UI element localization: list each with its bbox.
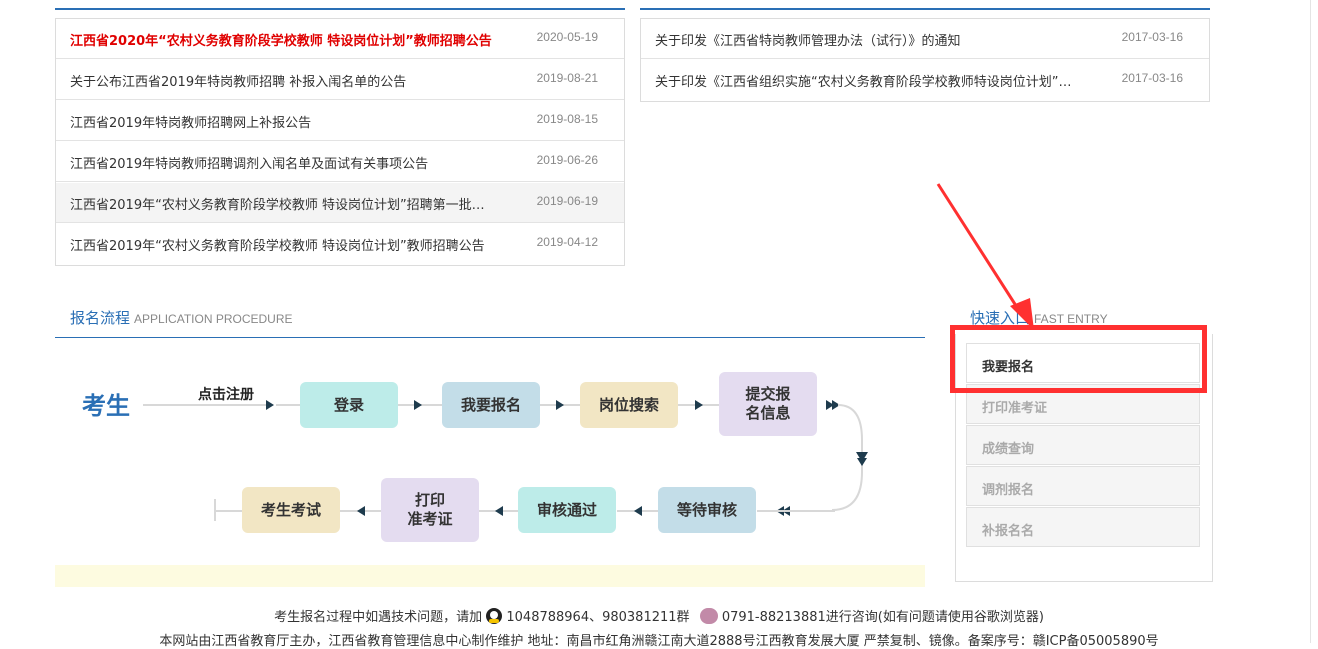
footer-qq-numbers: 1048788964、980381211群 [506,610,690,625]
news-date: 2019-04-12 [536,235,598,249]
footer-copyright-line: 本网站由江西省教育厅主办，江西省教育管理信息中心制作维护 地址：南昌市红角洲赣江… [159,634,1159,649]
news-list-right: 关于印发《江西省特岗教师管理办法（试行）》的通知 2017-03-16 关于印发… [640,18,1210,102]
step-review-passed-label: 审核通过 [536,500,597,519]
flow-line [757,510,835,512]
procedure-footer-strip [55,565,925,587]
quick-entry-score-query[interactable]: 成绩查询 [966,425,1200,465]
news-date: 2019-06-19 [536,194,598,208]
news-item[interactable]: 关于印发《江西省特岗教师管理办法（试行）》的通知 2017-03-16 [641,19,1209,59]
step-submit-info[interactable]: 提交报 名信息 [719,372,817,436]
step-review-passed[interactable]: 审核通过 [518,487,616,533]
flow-start-label: 考生 [82,392,130,420]
procedure-title-rule [55,337,925,338]
procedure-title: 报名流程 APPLICATION PROCEDURE [70,307,293,328]
flow-arrow-right [266,400,274,410]
procedure-title-en: APPLICATION PROCEDURE [134,312,293,326]
flow-arrow-right [695,400,703,410]
news-date: 2019-08-21 [536,71,598,85]
news-title[interactable]: 关于印发《江西省组织实施“农村义务教育阶段学校教师特设岗位计划”… [655,71,1095,90]
step-take-exam-label: 考生考试 [260,500,321,519]
news-item[interactable]: 江西省2019年“农村义务教育阶段学校教师 特设岗位计划”招聘第一批… 2019… [56,183,624,223]
step-submit-info-label: 提交报 名信息 [745,385,791,422]
step-await-review[interactable]: 等待审核 [658,487,756,533]
news-item[interactable]: 江西省2019年特岗教师招聘调剂入闱名单及面试有关事项公告 2019-06-26 [56,142,624,182]
news-title[interactable]: 江西省2020年“农村义务教育阶段学校教师 特设岗位计划”教师招聘公告 [70,30,520,49]
quick-entry-supplement-apply[interactable]: 补报名名 [966,507,1200,547]
news-title[interactable]: 江西省2019年特岗教师招聘网上补报公告 [70,112,520,131]
qq-icon[interactable] [486,608,503,624]
step-login-label: 登录 [333,395,364,414]
flow-line [276,404,300,406]
flow-arrow-right [556,400,564,410]
top-rule-left [55,8,625,10]
flow-arrow-left [495,506,503,516]
news-date: 2020-05-19 [536,30,598,44]
flow-curve-connector [831,404,868,511]
flow-arrow-left [634,506,642,516]
step-print-ticket-label: 打印 准考证 [407,491,453,528]
footer-contact-prefix: 考生报名过程中如遇技术问题，请加 [274,610,483,625]
flow-arrow-left [357,506,365,516]
step-print-ticket[interactable]: 打印 准考证 [381,478,479,542]
annotation-highlight-box [950,325,1207,393]
news-title[interactable]: 江西省2019年“农村义务教育阶段学校教师 特设岗位计划”教师招聘公告 [70,235,520,254]
news-item[interactable]: 关于公布江西省2019年特岗教师招聘 补报入闱名单的公告 2019-08-21 [56,60,624,100]
footer-contact-line: 考生报名过程中如遇技术问题，请加 1048788964、980381211群 0… [0,606,1318,625]
flow-line [143,404,270,406]
flow-end-tick [214,499,216,521]
step-position-search-label: 岗位搜索 [598,395,659,414]
procedure-title-cn: 报名流程 [70,309,131,327]
news-date: 2019-08-15 [536,112,598,126]
flow-arrow-right [414,400,422,410]
news-list-left: 江西省2020年“农村义务教育阶段学校教师 特设岗位计划”教师招聘公告 2020… [55,18,625,266]
news-item[interactable]: 江西省2019年“农村义务教育阶段学校教师 特设岗位计划”教师招聘公告 2019… [56,224,624,264]
quick-entry-adjust-apply[interactable]: 调剂报名 [966,466,1200,506]
news-title[interactable]: 江西省2019年特岗教师招聘调剂入闱名单及面试有关事项公告 [70,153,520,172]
page-edge-line [1310,0,1311,643]
news-date: 2017-03-16 [1121,71,1183,85]
top-rule-right [640,8,1210,10]
news-item[interactable]: 关于印发《江西省组织实施“农村义务教育阶段学校教师特设岗位计划”… 2017-0… [641,60,1209,100]
step-apply[interactable]: 我要报名 [442,382,540,428]
news-title[interactable]: 关于公布江西省2019年特岗教师招聘 补报入闱名单的公告 [70,71,520,90]
news-item[interactable]: 江西省2020年“农村义务教育阶段学校教师 特设岗位计划”教师招聘公告 2020… [56,19,624,59]
news-title[interactable]: 关于印发《江西省特岗教师管理办法（试行）》的通知 [655,30,1095,49]
step-await-review-label: 等待审核 [676,500,737,519]
news-date: 2017-03-16 [1121,30,1183,44]
step-take-exam[interactable]: 考生考试 [242,487,340,533]
news-item[interactable]: 江西省2019年特岗教师招聘网上补报公告 2019-08-15 [56,101,624,141]
step-login[interactable]: 登录 [300,382,398,428]
step-position-search[interactable]: 岗位搜索 [580,382,678,428]
flow-line [215,510,242,512]
annotation-arrow [936,183,1034,330]
news-title[interactable]: 江西省2019年“农村义务教育阶段学校教师 特设岗位计划”招聘第一批… [70,194,520,213]
phone-icon [699,608,718,624]
step-apply-label: 我要报名 [460,395,521,414]
news-date: 2019-06-26 [536,153,598,167]
flow-register-label[interactable]: 点击注册 [198,384,254,404]
footer-phone: 0791-88213881进行咨询(如有问题请使用谷歌浏览器) [721,610,1044,625]
